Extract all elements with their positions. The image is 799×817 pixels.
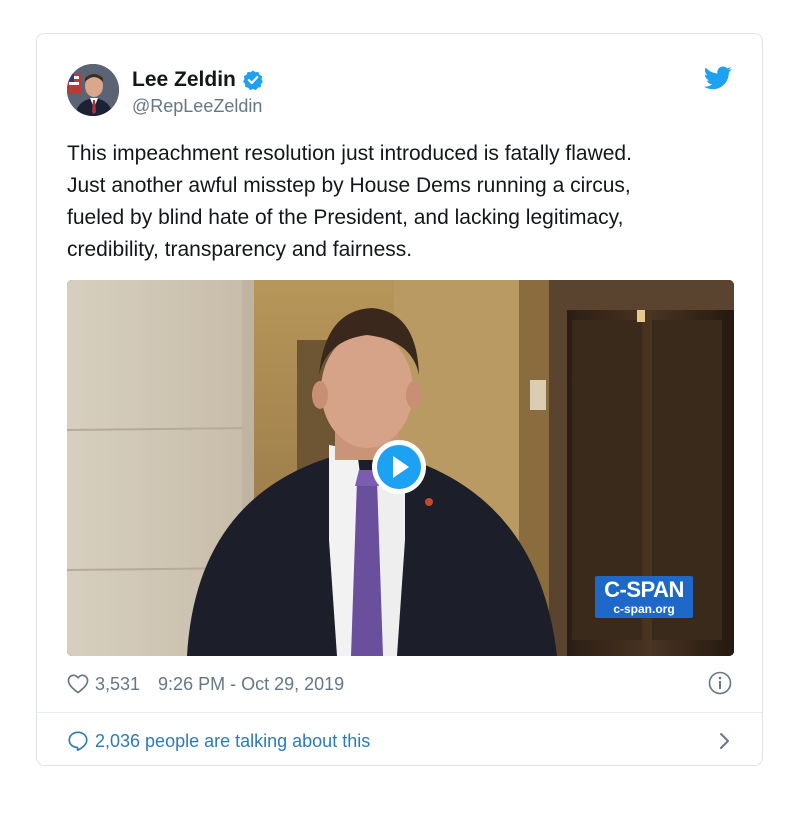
play-icon[interactable] <box>369 437 429 497</box>
avatar-image <box>67 64 119 116</box>
cspan-url-text: c-span.org <box>613 602 675 616</box>
avatar[interactable] <box>67 64 119 116</box>
conversation-count-text[interactable]: 2,036 people are talking about this <box>95 731 370 752</box>
display-name[interactable]: Lee Zeldin <box>132 68 236 92</box>
video-player[interactable]: C-SPAN c-span.org <box>67 280 734 656</box>
comment-bubble-icon <box>68 731 88 751</box>
conversation-link[interactable]: 2,036 people are talking about this <box>67 728 732 754</box>
cspan-logo-text: C-SPAN <box>604 577 684 602</box>
cspan-watermark: C-SPAN c-span.org <box>595 576 693 618</box>
like-count[interactable]: 3,531 <box>95 674 140 695</box>
verified-badge-icon <box>242 70 263 91</box>
chevron-right-icon[interactable] <box>718 731 732 751</box>
divider <box>37 712 762 713</box>
author-name-row[interactable]: Lee Zeldin <box>132 67 264 93</box>
tweet-meta-row: 3,531 9:26 PM - Oct 29, 2019 <box>67 672 344 696</box>
twitter-bird-icon[interactable] <box>704 66 732 90</box>
tweet-text-line: Just another awful misstep by House Dems… <box>67 174 631 197</box>
heart-icon[interactable] <box>67 674 89 694</box>
tweet-text-line: credibility, transparency and fairness. <box>67 238 413 261</box>
tweet-card[interactable]: Lee Zeldin @RepLeeZeldin This impeachmen… <box>36 33 763 766</box>
tweet-text-line: fueled by blind hate of the President, a… <box>67 206 624 229</box>
tweet-timestamp[interactable]: 9:26 PM - Oct 29, 2019 <box>158 674 344 695</box>
author-handle[interactable]: @RepLeeZeldin <box>132 96 262 117</box>
info-icon[interactable] <box>708 671 732 695</box>
tweet-text: This impeachment resolution just introdu… <box>67 138 737 266</box>
tweet-text-line: This impeachment resolution just introdu… <box>67 142 632 165</box>
